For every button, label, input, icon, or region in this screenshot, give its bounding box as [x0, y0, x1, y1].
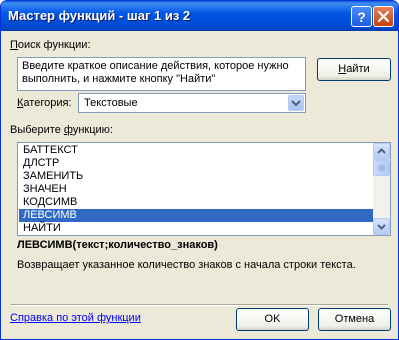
- function-description: Возвращает указанное количество знаков с…: [17, 259, 356, 271]
- category-label: Категория:: [17, 97, 72, 109]
- help-button[interactable]: ?: [351, 6, 372, 27]
- function-list-item[interactable]: БАТТЕКСТ: [19, 144, 374, 157]
- function-items: БАТТЕКСТ ДЛСТР ЗАМЕНИТЬ ЗНАЧЕН КОДСИМВ ЛЕВСИМ…: [19, 144, 374, 235]
- function-list-label: Выберите функцию:: [10, 124, 113, 136]
- chevron-down-icon[interactable]: [288, 95, 304, 111]
- function-list-item[interactable]: ЛЕВСИМВ: [19, 209, 374, 222]
- scroll-thumb[interactable]: [373, 160, 390, 176]
- cancel-button[interactable]: Отмена: [318, 308, 391, 331]
- category-value: Текстовые: [84, 97, 138, 109]
- dialog-body: Поиск функции: Введите краткое описание …: [4, 31, 395, 336]
- function-wizard-dialog: Мастер функций - шаг 1 из 2 ? Поиск функ…: [0, 0, 399, 340]
- scroll-down-button[interactable]: [373, 218, 390, 235]
- scrollbar[interactable]: [373, 143, 390, 235]
- category-select[interactable]: Текстовые: [78, 93, 306, 113]
- svg-text:?: ?: [357, 9, 366, 25]
- function-list[interactable]: БАТТЕКСТ ДЛСТР ЗАМЕНИТЬ ЗНАЧЕН КОДСИМВ ЛЕВСИМ…: [17, 142, 391, 236]
- title-bar[interactable]: Мастер функций - шаг 1 из 2 ?: [1, 1, 398, 31]
- help-icon: ?: [357, 9, 366, 25]
- function-list-item[interactable]: ДЛСТР: [19, 157, 374, 170]
- function-list-item[interactable]: КОДСИМВ: [19, 196, 374, 209]
- search-text-line1: Введите краткое описание действия, котор…: [22, 60, 289, 72]
- separator: [11, 304, 388, 306]
- close-icon: [377, 10, 390, 23]
- close-button[interactable]: [373, 6, 394, 27]
- function-list-item[interactable]: ЗАМЕНИТЬ: [19, 170, 374, 183]
- find-button[interactable]: Найти: [317, 58, 391, 81]
- function-list-item[interactable]: ЗНАЧЕН: [19, 183, 374, 196]
- dialog-title: Мастер функций - шаг 1 из 2: [8, 8, 191, 23]
- search-label: Поиск функции:: [10, 39, 91, 51]
- help-link[interactable]: Справка по этой функции: [10, 312, 141, 324]
- scroll-up-button[interactable]: [373, 143, 390, 160]
- search-text-line2: выполнить, и нажмите кнопку "Найти": [22, 73, 216, 85]
- search-input[interactable]: Введите краткое описание действия, котор…: [17, 57, 306, 91]
- ok-button[interactable]: OK: [236, 308, 309, 331]
- function-list-item[interactable]: НАЙТИ: [19, 222, 374, 235]
- function-signature: ЛЕВСИМВ(текст;количество_знаков): [17, 239, 218, 251]
